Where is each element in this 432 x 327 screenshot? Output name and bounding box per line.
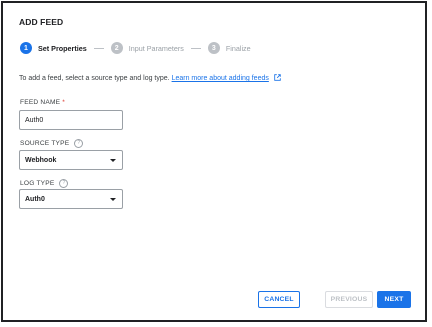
- dialog-title: ADD FEED: [19, 17, 64, 27]
- help-icon[interactable]: ?: [59, 179, 69, 188]
- step-set-properties[interactable]: 1 Set Properties: [20, 42, 87, 54]
- step-separator: [93, 47, 104, 49]
- required-mark: *: [62, 99, 66, 106]
- help-icon[interactable]: ?: [74, 139, 84, 148]
- feed-name-value: Auth0: [25, 116, 44, 124]
- source-type-label-text: SOURCE TYPE: [20, 140, 70, 147]
- next-button[interactable]: NEXT: [377, 291, 411, 308]
- cancel-button[interactable]: CANCEL: [258, 291, 300, 308]
- step-number-2: 2: [110, 42, 123, 54]
- external-link-icon[interactable]: [274, 74, 281, 83]
- feed-name-label: FEED NAME *: [20, 99, 65, 106]
- step-label: Finalize: [225, 43, 251, 53]
- feed-name-label-text: FEED NAME: [20, 99, 61, 106]
- chevron-down-icon: [110, 197, 116, 201]
- intro-text: To add a feed, select a source type and …: [19, 74, 281, 83]
- add-feed-dialog: ADD FEED 1 Set Properties 2 Input Parame…: [1, 1, 427, 322]
- chevron-down-icon: [110, 158, 116, 162]
- step-separator: [190, 47, 201, 49]
- step-number-3: 3: [207, 42, 220, 54]
- log-type-value: Auth0: [25, 195, 45, 203]
- source-type-label: SOURCE TYPE ?: [20, 139, 84, 148]
- log-type-label: LOG TYPE ?: [20, 179, 69, 188]
- feed-name-input[interactable]: Auth0: [19, 110, 123, 130]
- source-type-value: Webhook: [25, 156, 57, 164]
- stepper: 1 Set Properties 2 Input Parameters 3 Fi…: [20, 41, 251, 55]
- step-label: Set Properties: [38, 43, 87, 53]
- intro-description: To add a feed, select a source type and …: [19, 75, 170, 82]
- log-type-label-text: LOG TYPE: [20, 180, 55, 187]
- step-number-1: 1: [20, 42, 32, 54]
- step-input-parameters[interactable]: 2 Input Parameters: [110, 42, 184, 54]
- previous-button[interactable]: PREVIOUS: [325, 291, 373, 308]
- log-type-select[interactable]: Auth0: [19, 189, 123, 209]
- source-type-select[interactable]: Webhook: [19, 150, 123, 170]
- learn-more-link[interactable]: Learn more about adding feeds: [172, 75, 269, 82]
- step-finalize[interactable]: 3 Finalize: [207, 42, 251, 54]
- step-label: Input Parameters: [128, 43, 184, 53]
